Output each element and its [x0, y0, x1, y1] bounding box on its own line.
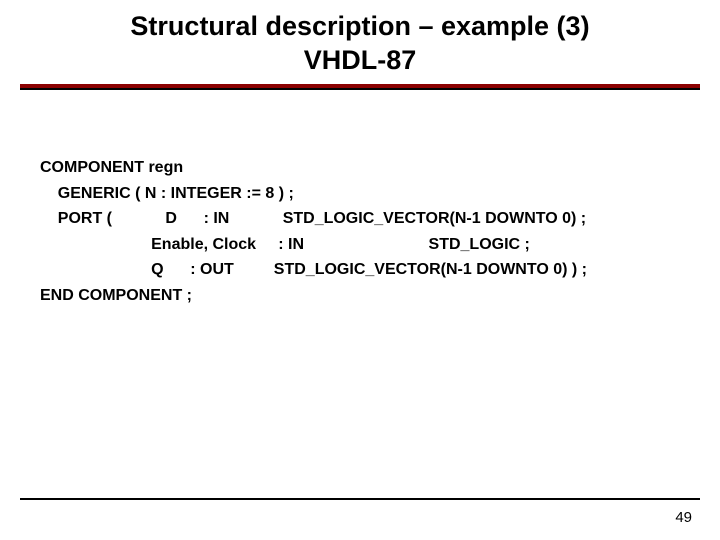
code-block: COMPONENT regn GENERIC ( N : INTEGER := …	[40, 155, 587, 309]
footer-rule	[20, 498, 700, 500]
title-line-1: Structural description – example (3)	[0, 10, 720, 44]
page-number: 49	[675, 509, 692, 526]
code-line: Enable, Clock : IN STD_LOGIC ;	[40, 236, 530, 253]
code-line: PORT ( D : IN STD_LOGIC_VECTOR(N-1 DOWNT…	[40, 210, 586, 227]
code-line: END COMPONENT ;	[40, 287, 192, 304]
title-underline	[20, 84, 700, 90]
code-line: Q : OUT STD_LOGIC_VECTOR(N-1 DOWNTO 0) )…	[40, 261, 587, 278]
slide: Structural description – example (3) VHD…	[0, 0, 720, 540]
code-line: COMPONENT regn	[40, 159, 183, 176]
code-line: GENERIC ( N : INTEGER := 8 ) ;	[40, 185, 294, 202]
slide-title: Structural description – example (3) VHD…	[0, 0, 720, 78]
title-line-2: VHDL-87	[0, 44, 720, 78]
